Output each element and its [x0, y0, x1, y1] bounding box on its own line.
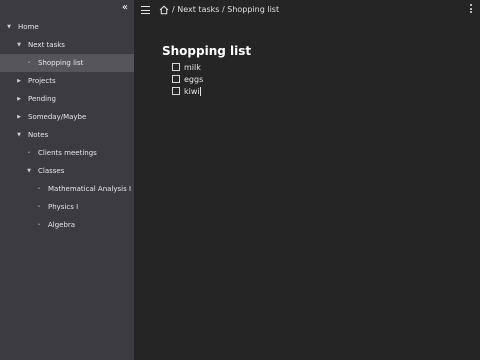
sidebar-item-next-tasks[interactable]: ▼ Next tasks — [0, 36, 134, 54]
hamburger-menu-icon[interactable] — [141, 6, 150, 15]
expanded-caret-icon[interactable]: ▼ — [5, 24, 13, 30]
sidebar-item-label: Home — [18, 23, 39, 31]
collapsed-caret-icon[interactable]: ▶ — [15, 78, 23, 84]
expanded-caret-icon[interactable]: ▼ — [25, 168, 33, 174]
sidebar-item-physics-i[interactable]: • Physics I — [0, 198, 134, 216]
sidebar: « ▼ Home ▼ Next tasks • Shopping list ▶ … — [0, 0, 134, 360]
checklist-item-label[interactable]: kiwi — [184, 87, 200, 96]
bullet-icon: • — [27, 150, 31, 156]
bullet-icon: • — [37, 186, 41, 192]
collapse-sidebar-icon[interactable]: « — [122, 3, 128, 13]
bullet-icon: • — [37, 222, 41, 228]
sidebar-item-label: Next tasks — [28, 41, 65, 49]
checkbox[interactable] — [172, 63, 180, 71]
checklist: milk eggs kiwi — [172, 61, 203, 97]
sidebar-item-label: Pending — [28, 95, 56, 103]
page-title[interactable]: Shopping list — [162, 44, 251, 58]
sidebar-item-home[interactable]: ▼ Home — [0, 18, 134, 36]
checkbox[interactable] — [172, 87, 180, 95]
sidebar-item-label: Someday/Maybe — [28, 113, 87, 121]
sidebar-item-notes[interactable]: ▼ Notes — [0, 126, 134, 144]
bullet-icon: • — [27, 60, 31, 66]
breadcrumb-separator: / — [172, 5, 175, 14]
breadcrumb-item-shopping-list[interactable]: Shopping list — [227, 5, 279, 14]
sidebar-item-projects[interactable]: ▶ Projects — [0, 72, 134, 90]
text-cursor — [200, 86, 202, 96]
sidebar-item-shopping-list[interactable]: • Shopping list — [0, 54, 134, 72]
breadcrumb-separator: / — [221, 5, 225, 14]
sidebar-header: « — [0, 0, 134, 18]
expanded-caret-icon[interactable]: ▼ — [15, 132, 23, 138]
sidebar-item-pending[interactable]: ▶ Pending — [0, 90, 134, 108]
main-content: / Next tasks / Shopping list Shopping li… — [134, 0, 480, 360]
sidebar-item-someday-maybe[interactable]: ▶ Someday/Maybe — [0, 108, 134, 126]
home-icon[interactable] — [159, 5, 169, 15]
bullet-icon: • — [37, 204, 41, 210]
checklist-item-label[interactable]: eggs — [184, 75, 203, 84]
checklist-item: milk — [172, 61, 203, 73]
sidebar-item-label: Algebra — [48, 221, 76, 229]
checkbox[interactable] — [172, 75, 180, 83]
sidebar-item-classes[interactable]: ▼ Classes — [0, 162, 134, 180]
sidebar-item-label: Notes — [28, 131, 49, 139]
expanded-caret-icon[interactable]: ▼ — [15, 42, 23, 48]
sidebar-item-label: Physics I — [48, 203, 79, 211]
top-bar: / Next tasks / Shopping list — [134, 0, 480, 22]
sidebar-item-label: Mathematical Analysis I — [48, 185, 132, 193]
sidebar-item-label: Classes — [38, 167, 65, 175]
collapsed-caret-icon[interactable]: ▶ — [15, 96, 23, 102]
breadcrumb-item-next-tasks[interactable]: Next tasks — [177, 5, 219, 14]
checklist-item-label[interactable]: milk — [184, 63, 201, 72]
sidebar-item-label: Shopping list — [38, 59, 84, 67]
breadcrumb: / Next tasks / Shopping list — [172, 5, 279, 14]
more-options-icon[interactable] — [469, 4, 473, 16]
sidebar-item-label: Projects — [28, 77, 56, 85]
sidebar-item-label: Clients meetings — [38, 149, 97, 157]
sidebar-item-mathematical-analysis-i[interactable]: • Mathematical Analysis I — [0, 180, 134, 198]
checklist-item: kiwi — [172, 85, 203, 97]
sidebar-item-algebra[interactable]: • Algebra — [0, 216, 134, 234]
sidebar-item-clients-meetings[interactable]: • Clients meetings — [0, 144, 134, 162]
checklist-item: eggs — [172, 73, 203, 85]
collapsed-caret-icon[interactable]: ▶ — [15, 114, 23, 120]
